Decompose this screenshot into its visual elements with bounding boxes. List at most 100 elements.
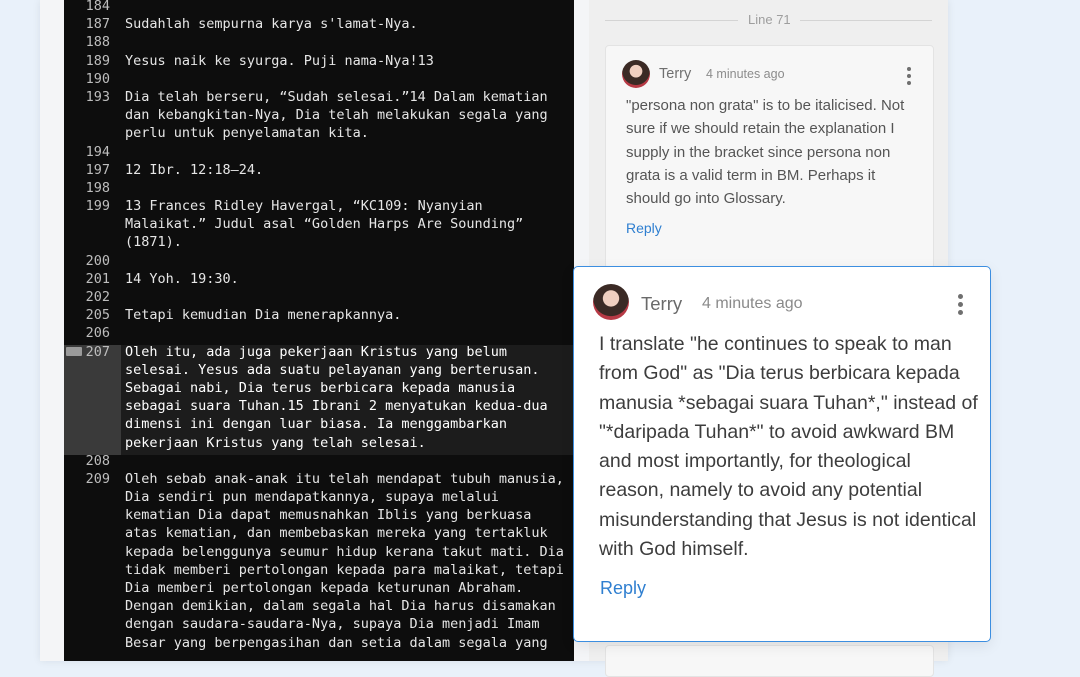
line-text: atas kematian, dan membebaskan mereka ya…: [125, 525, 548, 542]
line-text: Dia memberi pertolongan kepada keturunan…: [125, 580, 524, 596]
editor-line[interactable]: 193 Dia telah berseru, “Sudah selesai.”14…: [64, 88, 574, 106]
comment-author: Terry: [641, 293, 683, 314]
avatar: [622, 60, 650, 88]
next-comment-thread: [605, 645, 934, 677]
line-text: Sebagai nabi, Dia terus berbicara kepada…: [125, 379, 516, 396]
line-text: 14 Yoh. 19:30.: [125, 270, 239, 287]
more-options-icon[interactable]: [958, 294, 963, 315]
line-text: kematian Dia dapat memusnahkan Iblis yan…: [125, 507, 532, 524]
editor-line[interactable]: pekerjaan Kristus yang telah selesai.: [64, 434, 574, 452]
comment-author: Terry: [659, 66, 692, 82]
editor-line[interactable]: Sebagai nabi, Dia terus berbicara kepada…: [64, 379, 574, 397]
line-text: perlu untuk penyelamatan kita.: [125, 125, 369, 142]
line-number: 199: [85, 198, 110, 215]
editor-line[interactable]: kematian Dia dapat memusnahkan Iblis yan…: [64, 506, 574, 524]
reply-link[interactable]: Reply: [626, 220, 662, 236]
line-number: 209: [85, 470, 110, 487]
line-text: Yesus naik ke syurga. Puji nama-Nya!13: [125, 52, 434, 69]
editor-line[interactable]: selesai. Yesus ada suatu pelayanan yang …: [64, 361, 574, 379]
editor-line[interactable]: 188: [64, 33, 574, 51]
line-text: Sudahlah sempurna karya s'lamat-Nya.: [125, 16, 418, 33]
editor-line[interactable]: dengan saudara-saudara-Nya, supaya Dia m…: [64, 615, 574, 633]
editor-line[interactable]: 209 Oleh sebab anak-anak itu telah mendap…: [64, 470, 574, 488]
editor-line[interactable]: (1871).: [64, 233, 574, 251]
line-text: dan kebangkitan-Nya, Dia telah melakukan…: [125, 107, 548, 124]
comment-marker-icon[interactable]: [66, 346, 82, 356]
editor-line[interactable]: 184: [64, 0, 574, 15]
line-text: Malaikat.” Judul asal “Golden Harps Are …: [125, 216, 524, 233]
editor-line[interactable]: 194: [64, 143, 574, 161]
separator-line-left: [605, 20, 738, 21]
line-text: Oleh itu, ada juga pekerjaan Kristus yan…: [125, 343, 508, 360]
editor-line[interactable]: Dengan demikian, dalam segala hal Dia ha…: [64, 597, 574, 615]
line-text: tidak memberi pertolongan kepada para ma…: [125, 561, 564, 578]
editor-line[interactable]: dimensi ini dengan luar biasa. Ia mengga…: [64, 415, 574, 433]
editor-line[interactable]: 198: [64, 179, 574, 197]
editor-line[interactable]: 189 Yesus naik ke syurga. Puji nama-Nya!1…: [64, 52, 574, 70]
comment-timestamp: 4 minutes ago: [702, 295, 803, 312]
editor-line[interactable]: Malaikat.” Judul asal “Golden Harps Are …: [64, 215, 574, 233]
line-number: 206: [85, 325, 110, 342]
editor-line[interactable]: 199 13 Frances Ridley Havergal, “KC109: N…: [64, 197, 574, 215]
line-number: 190: [85, 70, 110, 87]
editor-line[interactable]: 208: [64, 452, 574, 470]
editor-line[interactable]: dan kebangkitan-Nya, Dia telah melakukan…: [64, 106, 574, 124]
editor-line[interactable]: 207 Oleh itu, ada juga pekerjaan Kristus …: [64, 343, 574, 361]
line-text: Tetapi kemudian Dia menerapkannya.: [125, 307, 402, 324]
editor-line[interactable]: sebagai suara Tuhan.15 Ibrani 2 menyatuk…: [64, 397, 574, 415]
more-options-icon[interactable]: [907, 67, 911, 85]
editor-line[interactable]: 202: [64, 288, 574, 306]
line-number: 187: [85, 16, 110, 33]
editor-line[interactable]: 205 Tetapi kemudian Dia menerapkannya.: [64, 306, 574, 324]
editor-line[interactable]: Dia memberi pertolongan kepada keturunan…: [64, 579, 574, 597]
line-text: Dia telah berseru, “Sudah selesai.”14 Da…: [125, 88, 548, 105]
line-text: 12 Ibr. 12:18–24.: [125, 161, 264, 178]
editor-line[interactable]: Besar yang berpengasihan dan setia dalam…: [64, 634, 574, 652]
comment-text: "persona non grata" is to be italicised.…: [626, 97, 905, 208]
separator-line-right: [800, 20, 932, 21]
code-editor[interactable]: 184 187 Sudahlah sempurna karya s'lamat-Ny…: [64, 0, 574, 661]
line-number: 194: [85, 143, 110, 160]
line-number: 198: [85, 179, 110, 196]
line-number: 193: [85, 88, 110, 105]
editor-line[interactable]: 197 12 Ibr. 12:18–24.: [64, 161, 574, 179]
line-number: 189: [85, 52, 110, 69]
line-number: 202: [85, 289, 110, 305]
editor-line[interactable]: atas kematian, dan membebaskan mereka ya…: [64, 524, 574, 542]
line-number: 184: [85, 0, 110, 14]
line-text: sebagai suara Tuhan.15 Ibrani 2 menyatuk…: [125, 398, 548, 415]
line-text: Dengan demikian, dalam segala hal Dia ha…: [125, 598, 556, 615]
line-text: Oleh sebab anak-anak itu telah mendapat …: [125, 470, 564, 487]
line-number: 208: [85, 452, 110, 469]
editor-line[interactable]: 206: [64, 324, 574, 342]
editor-line[interactable]: Dia sendiri pun mendapatkannya, supaya m…: [64, 488, 574, 506]
line-text: Besar yang berpengasihan dan setia dalam…: [125, 634, 548, 651]
comment-text: I translate "he continues to speak to ma…: [599, 333, 978, 561]
line-number: 200: [85, 252, 110, 269]
line-number: 197: [85, 161, 110, 178]
line-number: 201: [85, 270, 110, 287]
active-comment-card: Terry 4 minutes ago I translate "he cont…: [573, 266, 991, 642]
line-separator-label: Line 71: [748, 12, 791, 27]
editor-line[interactable]: 201 14 Yoh. 19:30.: [64, 270, 574, 288]
line-text: Dia sendiri pun mendapatkannya, supaya m…: [125, 489, 499, 506]
editor-lines: 184 187 Sudahlah sempurna karya s'lamat-Ny…: [64, 0, 574, 652]
line-text: dimensi ini dengan luar biasa. Ia mengga…: [125, 416, 508, 433]
line-number: 188: [85, 34, 110, 51]
editor-line[interactable]: 190: [64, 70, 574, 88]
line-text: pekerjaan Kristus yang telah selesai.: [125, 434, 426, 451]
line-text: 13 Frances Ridley Havergal, “KC109: Nyan…: [125, 198, 483, 215]
comment-timestamp: 4 minutes ago: [706, 67, 785, 81]
line-text: (1871).: [125, 234, 182, 251]
avatar: [593, 284, 629, 320]
line-number: 205: [85, 307, 110, 324]
reply-link[interactable]: Reply: [600, 578, 646, 599]
line-text: dengan saudara-saudara-Nya, supaya Dia m…: [125, 616, 540, 633]
editor-line[interactable]: perlu untuk penyelamatan kita.: [64, 124, 574, 142]
editor-line[interactable]: 187 Sudahlah sempurna karya s'lamat-Nya.: [64, 15, 574, 33]
editor-line[interactable]: tidak memberi pertolongan kepada para ma…: [64, 561, 574, 579]
editor-line[interactable]: 200: [64, 252, 574, 270]
line-text: selesai. Yesus ada suatu pelayanan yang …: [125, 361, 540, 378]
editor-line[interactable]: kepada belenggunya seumur hidup kerana t…: [64, 543, 574, 561]
line-text: kepada belenggunya seumur hidup kerana t…: [125, 543, 564, 560]
